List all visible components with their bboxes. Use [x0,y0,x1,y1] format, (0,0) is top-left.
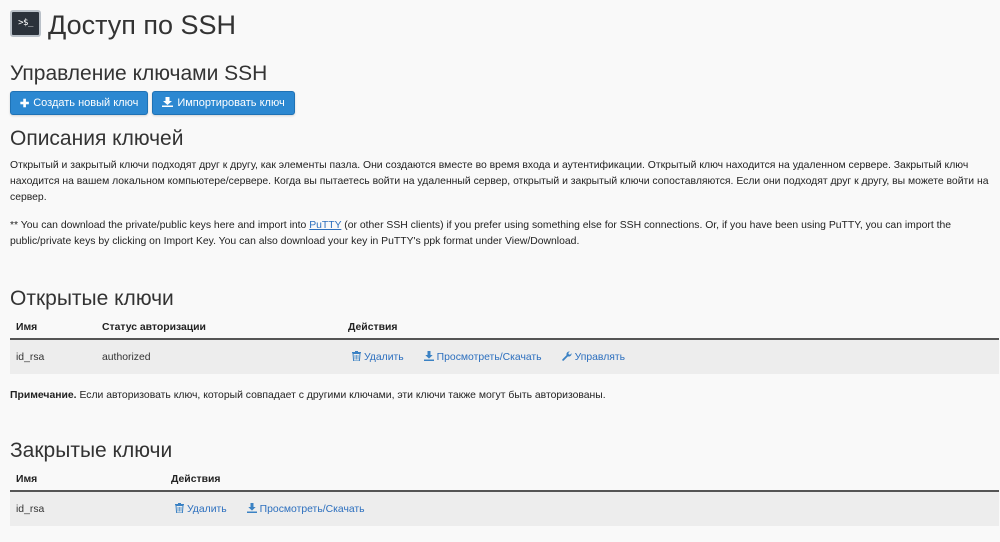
table-row: id_rsa Удалить Просмотреть/Скачать [10,491,999,526]
manage-keys-heading: Управление ключами SSH [10,62,268,85]
public-keys-table: Имя Статус авторизации Действия id_rsa a… [10,317,999,374]
import-icon [162,96,174,110]
page-header: >$_ Доступ по SSH [10,0,1000,48]
import-key-label: Импортировать ключ [177,97,285,109]
import-key-button[interactable]: Импортировать ключ [152,91,295,115]
actions-cell: Удалить Просмотреть/Скачать [342,339,999,374]
create-key-button[interactable]: ✚ Создать новый ключ [10,91,149,115]
table-header-row: Имя Статус авторизации Действия [10,317,999,340]
trash-icon [175,502,184,516]
actions-cell: Удалить Просмотреть/Скачать [165,491,999,526]
delete-link[interactable]: Удалить [352,350,404,364]
view-download-label: Просмотреть/Скачать [259,503,365,515]
view-download-link[interactable]: Просмотреть/Скачать [246,502,365,516]
putty-paragraph: ** You can download the private/public k… [10,218,995,250]
public-keys-note: Примечание. Если авторизовать ключ, кото… [10,389,1000,403]
create-key-label: Создать новый ключ [33,97,139,109]
col-name: Имя [10,317,96,340]
trash-icon [352,350,361,364]
view-download-label: Просмотреть/Скачать [436,351,542,363]
note-text: Если авторизовать ключ, который совпадае… [76,390,606,401]
col-actions: Действия [342,317,999,340]
delete-label: Удалить [364,351,404,363]
col-status: Статус авторизации [96,317,342,340]
key-name: id_rsa [16,351,45,363]
download-icon [423,350,434,364]
private-keys-table: Имя Действия id_rsa Удалить Просмотреть/… [10,469,999,526]
delete-link[interactable]: Удалить [175,502,227,516]
description-paragraph: Открытый и закрытый ключи подходят друг … [10,160,989,203]
table-header-row: Имя Действия [10,469,999,492]
private-keys-heading: Закрытые ключи [10,439,173,462]
auth-status: authorized [102,351,151,363]
putty-link[interactable]: PuTTY [309,220,341,231]
manage-link[interactable]: Управлять [561,350,626,364]
key-descriptions-heading: Описания ключей [10,127,184,150]
public-keys-heading: Открытые ключи [10,287,174,310]
note-label: Примечание. [10,390,77,401]
page: >$_ Доступ по SSH Управление ключами SSH… [0,0,1000,542]
view-download-link[interactable]: Просмотреть/Скачать [423,350,542,364]
col-name: Имя [10,469,165,492]
plus-icon: ✚ [20,97,30,110]
terminal-icon: >$_ [10,9,41,37]
table-row: id_rsa authorized Удалить Просмотреть/Ск… [10,339,999,374]
col-actions: Действия [165,469,999,492]
page-title: Доступ по SSH [48,9,237,40]
key-name: id_rsa [16,503,45,515]
download-icon [246,502,257,516]
wrench-icon [561,350,572,364]
manage-label: Управлять [574,351,626,363]
putty-text-before: ** You can download the private/public k… [10,220,310,231]
delete-label: Удалить [187,503,227,515]
manage-buttons: ✚ Создать новый ключ Импортировать ключ [10,91,1000,115]
